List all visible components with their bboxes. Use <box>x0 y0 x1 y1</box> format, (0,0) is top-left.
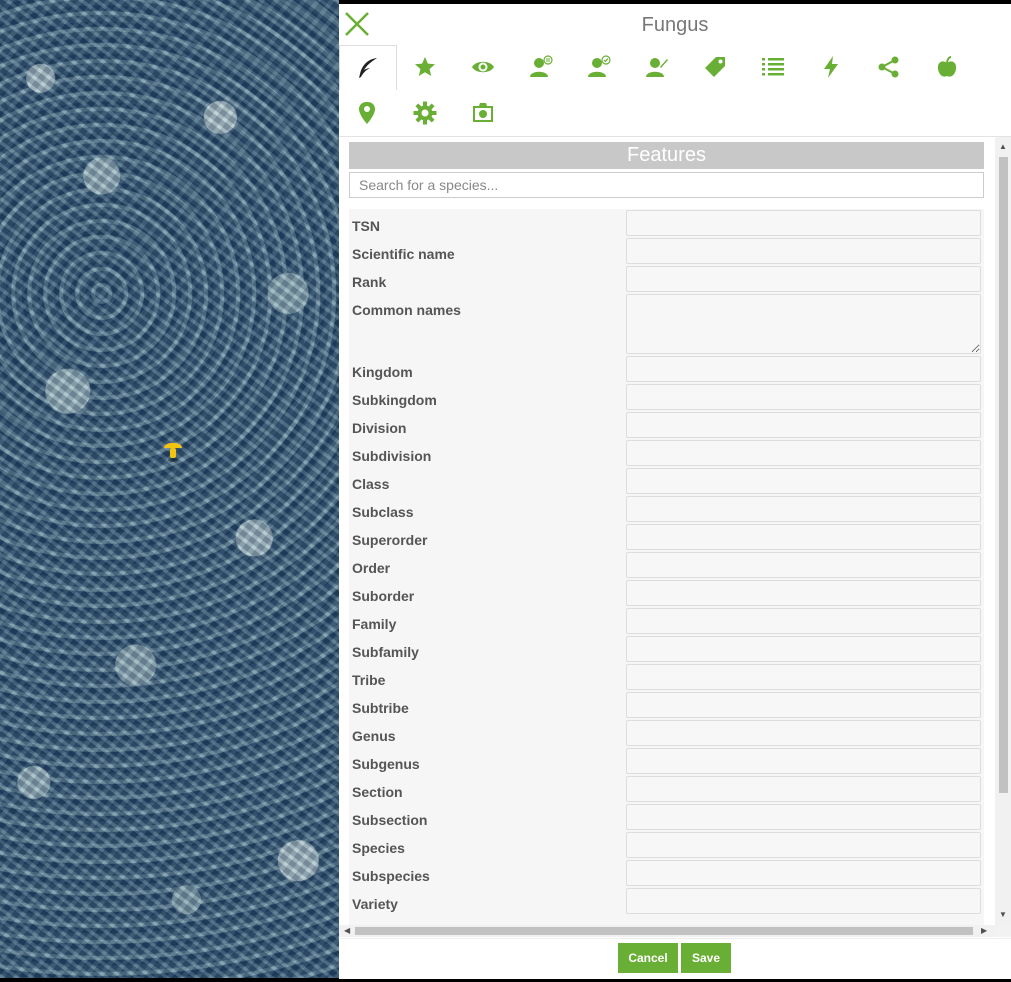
list-icon <box>762 58 784 76</box>
field-label: Species <box>352 840 405 856</box>
feather-icon <box>359 58 377 78</box>
share-icon <box>878 56 899 78</box>
field-input[interactable] <box>626 266 981 292</box>
tab-user-info[interactable] <box>513 45 569 89</box>
field-label: Rank <box>352 274 387 290</box>
tab-share[interactable] <box>861 45 917 89</box>
tab-list[interactable] <box>745 45 801 89</box>
field-input[interactable] <box>626 832 981 858</box>
tab-tags[interactable] <box>687 45 743 89</box>
tab-favorites[interactable] <box>397 45 453 89</box>
field-input[interactable] <box>626 524 981 550</box>
tab-photo[interactable] <box>455 91 511 135</box>
field-label: Division <box>352 420 407 436</box>
gear-icon <box>413 101 437 125</box>
location-pin-icon <box>359 102 375 124</box>
field-label: Subfamily <box>352 644 419 660</box>
tab-location[interactable] <box>339 91 395 135</box>
aerial-map[interactable] <box>0 0 339 978</box>
map-texture <box>0 0 339 978</box>
field-label: Variety <box>352 896 398 912</box>
field-input[interactable] <box>626 888 981 914</box>
field-input[interactable] <box>626 720 981 746</box>
fields-table: TSN Scientific name Rank Common names Kingdo… <box>349 209 984 925</box>
form-footer: Cancel Save <box>339 938 1011 979</box>
tab-observation[interactable] <box>455 45 511 89</box>
tab-user-check[interactable] <box>571 45 627 89</box>
field-label: Suborder <box>352 588 415 604</box>
horizontal-scrollbar-thumb[interactable] <box>355 927 973 935</box>
field-input[interactable] <box>626 580 981 606</box>
eye-icon <box>472 61 494 73</box>
form-content: Features TSN Scientific name Rank Common na… <box>339 137 995 925</box>
vertical-scrollbar-thumb[interactable] <box>999 157 1008 793</box>
tab-actions[interactable] <box>803 45 859 89</box>
star-icon <box>415 57 435 76</box>
field-label: Subgenus <box>352 756 420 772</box>
field-label: Subtribe <box>352 700 409 716</box>
tab-fruit[interactable] <box>919 45 975 89</box>
tab-user-edit[interactable] <box>629 45 685 89</box>
field-label: Scientific name <box>352 246 455 262</box>
lightning-icon <box>824 56 838 78</box>
user-check-icon <box>588 55 611 77</box>
field-input[interactable] <box>626 238 981 264</box>
field-input[interactable] <box>626 636 981 662</box>
field-input[interactable] <box>626 748 981 774</box>
mushroom-icon[interactable] <box>162 437 184 463</box>
feature-panel: Fungus Features Search for a species... … <box>339 4 1011 979</box>
field-input[interactable] <box>626 384 981 410</box>
field-input[interactable] <box>626 496 981 522</box>
scroll-right-arrow-icon[interactable]: ▶ <box>981 927 987 935</box>
field-label: Subdivision <box>352 448 432 464</box>
field-input[interactable] <box>626 294 981 354</box>
field-input[interactable] <box>626 692 981 718</box>
field-input[interactable] <box>626 776 981 802</box>
field-input[interactable] <box>626 412 981 438</box>
section-title: Features <box>349 142 984 169</box>
scroll-left-arrow-icon[interactable]: ◀ <box>344 927 350 935</box>
field-input[interactable] <box>626 608 981 634</box>
tab-settings[interactable] <box>397 91 453 135</box>
user-edit-icon <box>646 58 668 77</box>
field-label: Superorder <box>352 532 428 548</box>
field-input[interactable] <box>626 804 981 830</box>
field-input[interactable] <box>626 440 981 466</box>
field-label: Class <box>352 476 390 492</box>
field-input[interactable] <box>626 552 981 578</box>
field-label: Subsection <box>352 812 428 828</box>
field-label: Subspecies <box>352 868 430 884</box>
field-input[interactable] <box>626 664 981 690</box>
field-label: Genus <box>352 728 396 744</box>
tab-details[interactable] <box>339 45 397 90</box>
scroll-up-arrow-icon[interactable]: ▲ <box>999 143 1007 151</box>
field-label: TSN <box>352 218 380 234</box>
field-label: Order <box>352 560 391 576</box>
field-label: Subclass <box>352 504 414 520</box>
cancel-button[interactable]: Cancel <box>618 943 678 973</box>
field-label: Subkingdom <box>352 392 437 408</box>
field-input[interactable] <box>626 356 981 382</box>
tag-icon <box>705 57 725 77</box>
field-label: Family <box>352 616 397 632</box>
camera-icon <box>473 103 493 122</box>
field-label: Section <box>352 784 403 800</box>
save-button[interactable]: Save <box>681 943 731 973</box>
field-input[interactable] <box>626 210 981 236</box>
user-info-icon <box>530 55 553 77</box>
field-label: Kingdom <box>352 364 413 380</box>
field-input[interactable] <box>626 468 981 494</box>
species-search-input[interactable] <box>349 172 984 198</box>
form-scroll-area: Features TSN Scientific name Rank Common na… <box>339 137 1011 937</box>
apple-icon <box>937 56 957 77</box>
field-label: Common names <box>352 302 461 318</box>
field-label: Tribe <box>352 672 386 688</box>
scroll-down-arrow-icon[interactable]: ▼ <box>999 911 1007 919</box>
field-input[interactable] <box>626 860 981 886</box>
panel-title: Fungus <box>641 14 709 36</box>
